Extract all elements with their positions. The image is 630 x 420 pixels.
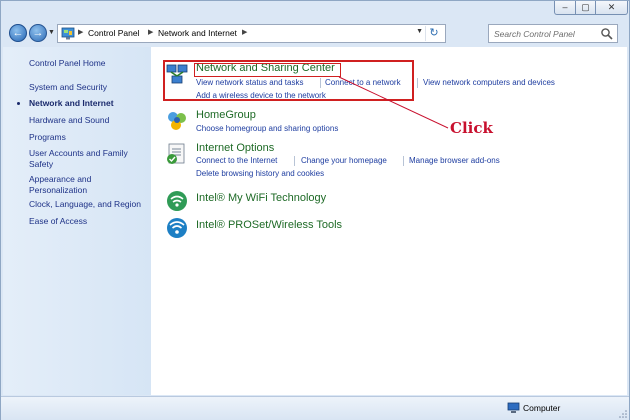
breadcrumb-control-panel[interactable]: Control Panel xyxy=(88,28,140,38)
navigation-bar: ← → ▼ ▶ Control Panel ▶ Network and Inte… xyxy=(1,21,629,47)
intel-wifi-icon xyxy=(167,191,187,211)
choose-homegroup-link[interactable]: Choose homegroup and sharing options xyxy=(196,124,338,133)
sidebar-item-control-panel-home[interactable]: Control Panel Home xyxy=(29,58,149,69)
active-bullet xyxy=(17,102,20,105)
intel-wifi-link[interactable]: Intel® My WiFi Technology xyxy=(196,192,326,204)
homegroup-link[interactable]: HomeGroup xyxy=(196,109,256,121)
status-bar: Computer xyxy=(1,396,629,420)
sidebar-item-hardware-sound[interactable]: Hardware and Sound xyxy=(29,115,149,126)
breadcrumb-separator[interactable]: ▶ xyxy=(78,28,83,36)
sidebar-item-network-internet[interactable]: Network and Internet xyxy=(29,98,149,109)
view-network-computers-link[interactable]: View network computers and devices xyxy=(423,78,555,87)
manage-addons-link[interactable]: Manage browser add-ons xyxy=(409,156,500,165)
link-separator xyxy=(403,156,404,166)
internet-options-link[interactable]: Internet Options xyxy=(196,142,274,154)
breadcrumb-separator[interactable]: ▶ xyxy=(242,28,247,36)
annotation-title-box xyxy=(194,63,341,77)
status-location: Computer xyxy=(523,403,561,413)
sidebar-item-appearance[interactable]: Appearance and Personalization xyxy=(29,174,125,196)
sidebar-item-clock-language[interactable]: Clock, Language, and Region xyxy=(29,199,149,210)
connect-to-internet-link[interactable]: Connect to the Internet xyxy=(196,156,277,165)
search-icon[interactable] xyxy=(600,27,614,41)
resize-grip-icon[interactable] xyxy=(619,410,627,418)
breadcrumb-separator[interactable]: ▶ xyxy=(148,28,153,36)
sidebar-item-programs[interactable]: Programs xyxy=(29,132,149,143)
search-input[interactable]: Search Control Panel xyxy=(494,29,575,39)
sidebar-item-system-security[interactable]: System and Security xyxy=(29,82,149,93)
control-panel-icon xyxy=(61,27,75,40)
back-arrow-icon: ← xyxy=(12,27,24,39)
breadcrumb-network-internet[interactable]: Network and Internet xyxy=(158,28,237,38)
internet-options-icon xyxy=(167,143,185,164)
address-bar[interactable]: ▶ Control Panel ▶ Network and Internet ▶… xyxy=(57,24,446,43)
back-button[interactable]: ← xyxy=(9,24,27,42)
search-box[interactable]: Search Control Panel xyxy=(488,24,618,43)
link-separator xyxy=(417,78,418,88)
sidebar: Control Panel Home System and Security N… xyxy=(3,47,151,395)
sidebar-item-ease-of-access[interactable]: Ease of Access xyxy=(29,216,149,227)
recent-pages-dropdown[interactable]: ▼ xyxy=(48,29,55,36)
computer-icon xyxy=(507,402,520,413)
annotation-click-label: Click xyxy=(450,119,493,137)
link-separator xyxy=(294,156,295,166)
forward-arrow-icon: → xyxy=(32,27,44,39)
homegroup-icon xyxy=(168,112,186,130)
maximize-button[interactable]: ▢ xyxy=(575,1,596,15)
delete-browsing-history-link[interactable]: Delete browsing history and cookies xyxy=(196,169,324,178)
title-bar: – ▢ ✕ xyxy=(1,1,629,19)
address-dropdown[interactable]: ▼ xyxy=(416,28,423,35)
forward-button[interactable]: → xyxy=(29,24,47,42)
close-button[interactable]: ✕ xyxy=(595,1,628,15)
minimize-button[interactable]: – xyxy=(554,1,576,15)
control-panel-window: – ▢ ✕ ← → ▼ ▶ Control Panel ▶ Network an… xyxy=(0,0,630,420)
refresh-icon[interactable]: ↻ xyxy=(425,26,442,41)
intel-proset-wireless-icon xyxy=(167,218,187,238)
main-content: Network and Sharing Center View network … xyxy=(151,47,627,395)
change-homepage-link[interactable]: Change your homepage xyxy=(301,156,387,165)
intel-proset-link[interactable]: Intel® PROSet/Wireless Tools xyxy=(196,219,342,231)
sidebar-item-user-accounts[interactable]: User Accounts and Family Safety xyxy=(29,148,137,170)
